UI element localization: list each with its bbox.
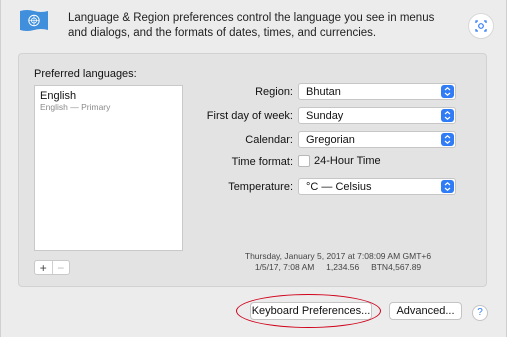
calendar-select[interactable]: Gregorian <box>298 131 456 148</box>
header-description: Language & Region preferences control th… <box>68 12 435 39</box>
date-format-sample: Thursday, January 5, 2017 at 7:08:09 AM … <box>244 251 432 261</box>
first-day-label: First day of week: <box>206 110 293 122</box>
first-day-value: Sunday <box>306 110 344 122</box>
region-label: Region: <box>255 86 293 98</box>
region-value: Bhutan <box>306 86 341 98</box>
temperature-value: °C — Celsius <box>306 181 372 193</box>
viewfinder-icon <box>475 20 487 32</box>
scan-button[interactable] <box>468 13 494 39</box>
number-format-sample: 1/5/17, 7:08 AM 1,234.56 BTN4,567.89 <box>254 262 422 272</box>
time-format-label: Time format: <box>231 156 293 168</box>
temperature-select[interactable]: °C — Celsius <box>298 178 456 195</box>
language-item-name[interactable]: English <box>40 90 76 102</box>
up-down-chevron-icon <box>441 85 454 98</box>
highlight-annotation <box>236 294 381 328</box>
help-button[interactable]: ? <box>472 305 488 321</box>
remove-language-button[interactable]: − <box>51 261 70 274</box>
up-down-chevron-icon <box>441 180 454 193</box>
add-remove-control: + − <box>34 260 70 275</box>
calendar-value: Gregorian <box>306 134 355 146</box>
un-flag-icon <box>18 8 50 33</box>
region-select[interactable]: Bhutan <box>298 83 456 100</box>
preferred-languages-label: Preferred languages: <box>34 68 137 80</box>
language-item-detail: English — Primary <box>40 102 111 112</box>
up-down-chevron-icon <box>441 133 454 146</box>
advanced-button[interactable]: Advanced... <box>389 302 462 320</box>
24-hour-time-checkbox[interactable] <box>298 155 310 167</box>
calendar-label: Calendar: <box>245 134 293 146</box>
24-hour-time-label[interactable]: 24-Hour Time <box>314 155 381 167</box>
first-day-select[interactable]: Sunday <box>298 107 456 124</box>
add-language-button[interactable]: + <box>35 261 52 274</box>
up-down-chevron-icon <box>441 109 454 122</box>
temperature-label: Temperature: <box>228 181 293 193</box>
